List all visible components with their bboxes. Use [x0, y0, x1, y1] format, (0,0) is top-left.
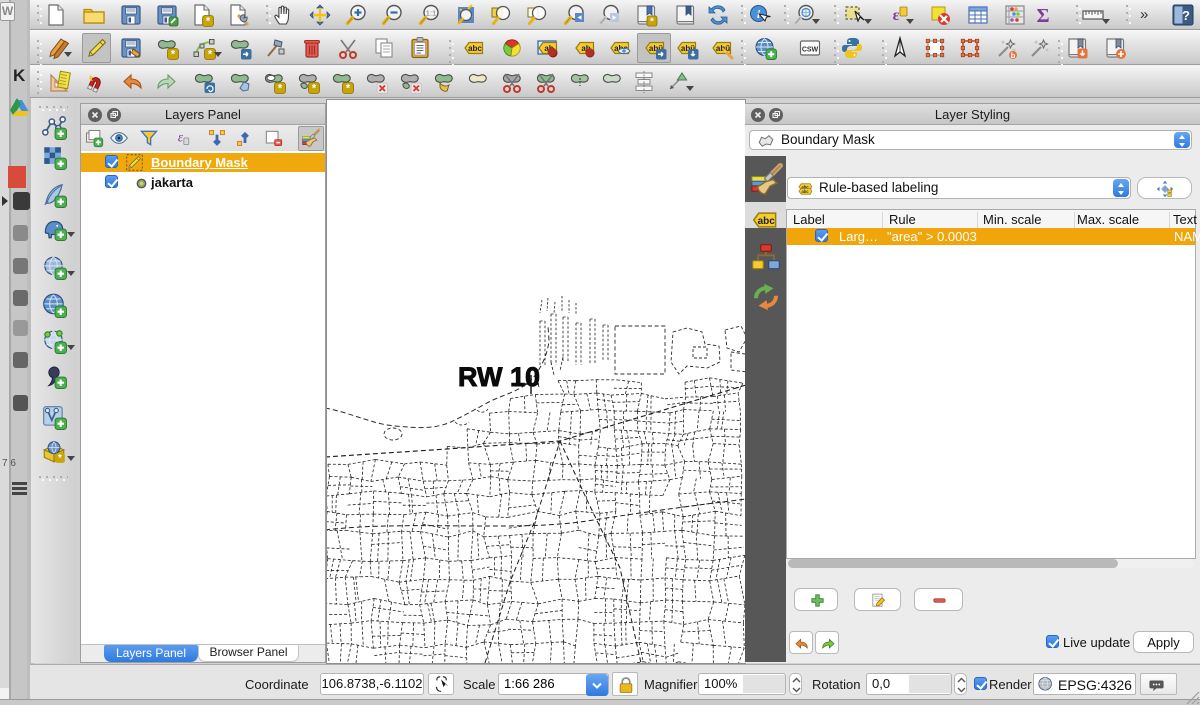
svg-text:b: b [1011, 51, 1016, 60]
svg-text:abc: abc [468, 44, 482, 53]
svg-text:*: * [171, 49, 176, 61]
svg-text:abc: abc [801, 189, 809, 194]
svg-text:ε: ε [893, 7, 900, 24]
svg-text:1:1: 1:1 [426, 9, 436, 18]
svg-text:RW 10: RW 10 [458, 362, 540, 392]
svg-text:*: * [346, 83, 351, 95]
svg-text:CSW: CSW [802, 47, 819, 54]
svg-text:*: * [278, 83, 283, 95]
svg-text:*: * [208, 49, 213, 61]
svg-text:*: * [58, 453, 62, 464]
svg-text:*: * [206, 16, 211, 28]
svg-text:*: * [650, 17, 654, 28]
svg-text:ε: ε [178, 129, 184, 144]
svg-text:abŭ: abŭ [716, 44, 730, 53]
svg-text:abc: abc [758, 216, 776, 227]
svg-text:Σ: Σ [1036, 5, 1049, 27]
svg-text:*: * [312, 83, 317, 95]
svg-text:?: ? [1182, 8, 1190, 23]
